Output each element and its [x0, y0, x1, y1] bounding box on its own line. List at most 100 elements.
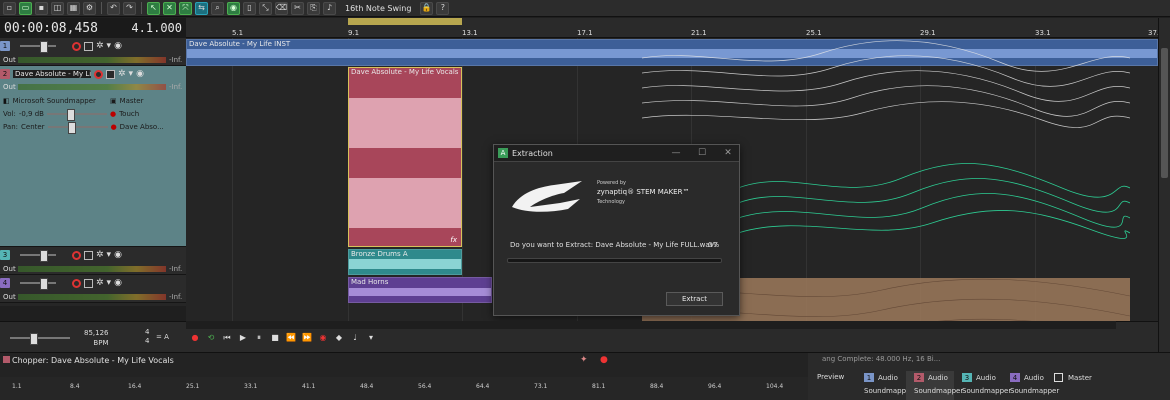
minimize-icon[interactable]: — [665, 148, 687, 158]
dropdown-icon[interactable]: ▾ [129, 69, 134, 79]
peak-value: -Inf. [169, 264, 183, 273]
play-icon[interactable]: ▶ [238, 333, 248, 343]
track-header-4[interactable]: 4 ✲ ▾ ◉ Out -Inf. [0, 275, 186, 303]
groove-select[interactable]: 16th Note Swing [339, 2, 417, 15]
marker-icon[interactable]: ◆ [334, 333, 344, 343]
edit-tool-icon[interactable]: ↖ [147, 1, 160, 15]
fx-icon[interactable]: ✲ [96, 250, 104, 260]
dropdown-icon[interactable]: ▾ [107, 278, 112, 288]
track-number: 3 [0, 250, 10, 260]
copy-icon[interactable]: ⎘ [307, 1, 320, 15]
record-icon[interactable]: ● [190, 333, 200, 343]
render-icon[interactable]: ◫ [51, 1, 64, 15]
cut-icon[interactable]: ✂ [291, 1, 304, 15]
audio-clip-drums[interactable]: Bronze Drums A [348, 249, 462, 275]
automation-icon[interactable]: ◉ [114, 278, 122, 288]
fx-icon[interactable]: ✲ [96, 278, 104, 288]
lock-icon[interactable]: 🔒 [420, 1, 434, 15]
automation-mode[interactable]: Touch [119, 110, 139, 118]
automation-icon[interactable]: ◉ [114, 41, 122, 51]
automation-icon[interactable]: ◉ [114, 250, 122, 260]
go-to-start-icon[interactable]: ⏪ [286, 333, 296, 343]
mixer-strip-4[interactable]: 4 Audio Soundmapper [1002, 371, 1059, 400]
split-tool-icon[interactable]: ⤧ [179, 1, 192, 15]
new-project-icon[interactable]: ▫ [3, 1, 16, 15]
automation-icon[interactable]: ◉ [136, 69, 144, 79]
track-header-3[interactable]: 3 ✲ ▾ ◉ Out -Inf. [0, 247, 186, 275]
loop-icon[interactable]: ⟲ [206, 333, 216, 343]
properties-icon[interactable]: ▦ [67, 1, 80, 15]
chopper-ruler[interactable]: 1.1 8.4 16.4 25.1 33.1 41.1 48.4 56.4 64… [0, 377, 808, 400]
go-to-end-icon[interactable]: ⏩ [302, 333, 312, 343]
audio-clip-horns[interactable]: Mad Horns [348, 277, 492, 303]
pause-icon[interactable]: ⏸ [254, 333, 264, 343]
open-project-icon[interactable]: ▭ [19, 1, 32, 15]
punch-icon[interactable]: ◉ [318, 333, 328, 343]
mixer-strip-1[interactable]: 1 Audio Soundmapper [856, 371, 913, 400]
mixer-strip-master[interactable]: Master [1050, 371, 1098, 400]
close-icon[interactable]: ✕ [717, 148, 739, 158]
envelope-tool-icon[interactable]: ✕ [163, 1, 176, 15]
track-name[interactable]: Dave Absolute - My Life ... [13, 70, 91, 78]
extract-button[interactable]: Extract [666, 292, 723, 306]
master-fader[interactable] [10, 333, 70, 345]
time-signature[interactable]: 4 4 [145, 328, 149, 346]
play-from-start-icon[interactable]: ⏮ [222, 333, 232, 343]
master-label[interactable]: Master [120, 97, 144, 105]
tempo-display[interactable]: 85,126 BPM [84, 328, 109, 348]
mixer-strip-3[interactable]: 3 Audio Soundmapper [954, 371, 1011, 400]
record-arm-button[interactable] [94, 69, 103, 79]
track-header-2[interactable]: 2 Dave Absolute - My Life ... ✲ ▾ ◉ Out … [0, 66, 186, 247]
maximize-icon[interactable]: ☐ [691, 148, 713, 158]
pan-slider[interactable] [47, 122, 108, 134]
crossfade-icon[interactable]: ⤡ [259, 1, 272, 15]
settings-icon[interactable]: ⚙ [83, 1, 96, 15]
record-arm-button[interactable] [72, 250, 81, 260]
output-device[interactable]: Microsoft Soundmapper [13, 97, 96, 105]
stop-icon[interactable]: ■ [270, 333, 280, 343]
solo-button[interactable] [84, 250, 93, 260]
fx-icon[interactable]: ✲ [96, 41, 104, 51]
ruler-tick: 37.1 [1148, 29, 1158, 37]
preview-label[interactable]: Preview [817, 373, 844, 381]
chopper-record-icon[interactable]: ● [600, 355, 608, 365]
track-number: 1 [0, 41, 10, 51]
undo-icon[interactable]: ↶ [107, 1, 120, 15]
groove-select-label: 16th Note Swing [345, 3, 412, 13]
record-arm-button[interactable] [72, 278, 81, 288]
volume-fader[interactable] [46, 109, 107, 121]
volume-slider[interactable] [20, 250, 56, 262]
record-arm-button[interactable] [72, 41, 81, 51]
solo-button[interactable] [84, 41, 93, 51]
help-icon[interactable]: ? [436, 1, 450, 15]
redo-icon[interactable]: ↷ [123, 1, 136, 15]
groove-icon[interactable]: ♪ [323, 1, 336, 15]
snap-icon[interactable]: ⇆ [195, 1, 208, 15]
mixer-strip-2[interactable]: 2 Audio Soundmapper [906, 371, 963, 400]
volume-slider[interactable] [20, 278, 56, 290]
fx-icon[interactable]: ✲ [118, 69, 126, 79]
dropdown-icon[interactable]: ▾ [107, 41, 112, 51]
metronome-icon[interactable]: ♩ [350, 333, 360, 343]
erase-icon[interactable]: ⌫ [275, 1, 288, 15]
volume-slider[interactable] [20, 41, 56, 53]
audio-clip-vocals[interactable]: Dave Absolute - My Life Vocals fx [348, 67, 462, 247]
autoscroll-icon[interactable]: ◉ [227, 1, 240, 15]
zoom-tool-icon[interactable]: ⌕ [211, 1, 224, 15]
ruler-tick: 9.1 [348, 29, 360, 37]
horizontal-scrollbar[interactable] [186, 321, 1116, 329]
chopper-tick: 25.1 [186, 383, 200, 390]
solo-button[interactable] [84, 278, 93, 288]
chopper-tool-icon[interactable]: ✦ [580, 355, 588, 365]
trim-icon[interactable]: ▯ [243, 1, 256, 15]
loop-region[interactable] [348, 18, 462, 25]
dropdown-icon[interactable]: ▾ [107, 250, 112, 260]
options-icon[interactable]: ▾ [366, 333, 376, 343]
save-icon[interactable]: ▪ [35, 1, 48, 15]
chopper-panel: Chopper: Dave Absolute - My Life Vocals … [0, 352, 808, 400]
bars-beats: 4.1.000 [131, 21, 182, 35]
track-header-1[interactable]: 1 ✲ ▾ ◉ Out -Inf. [0, 38, 186, 66]
vertical-scrollbar[interactable] [1158, 18, 1170, 352]
solo-button[interactable] [106, 69, 115, 79]
scroll-thumb[interactable] [1161, 48, 1168, 178]
